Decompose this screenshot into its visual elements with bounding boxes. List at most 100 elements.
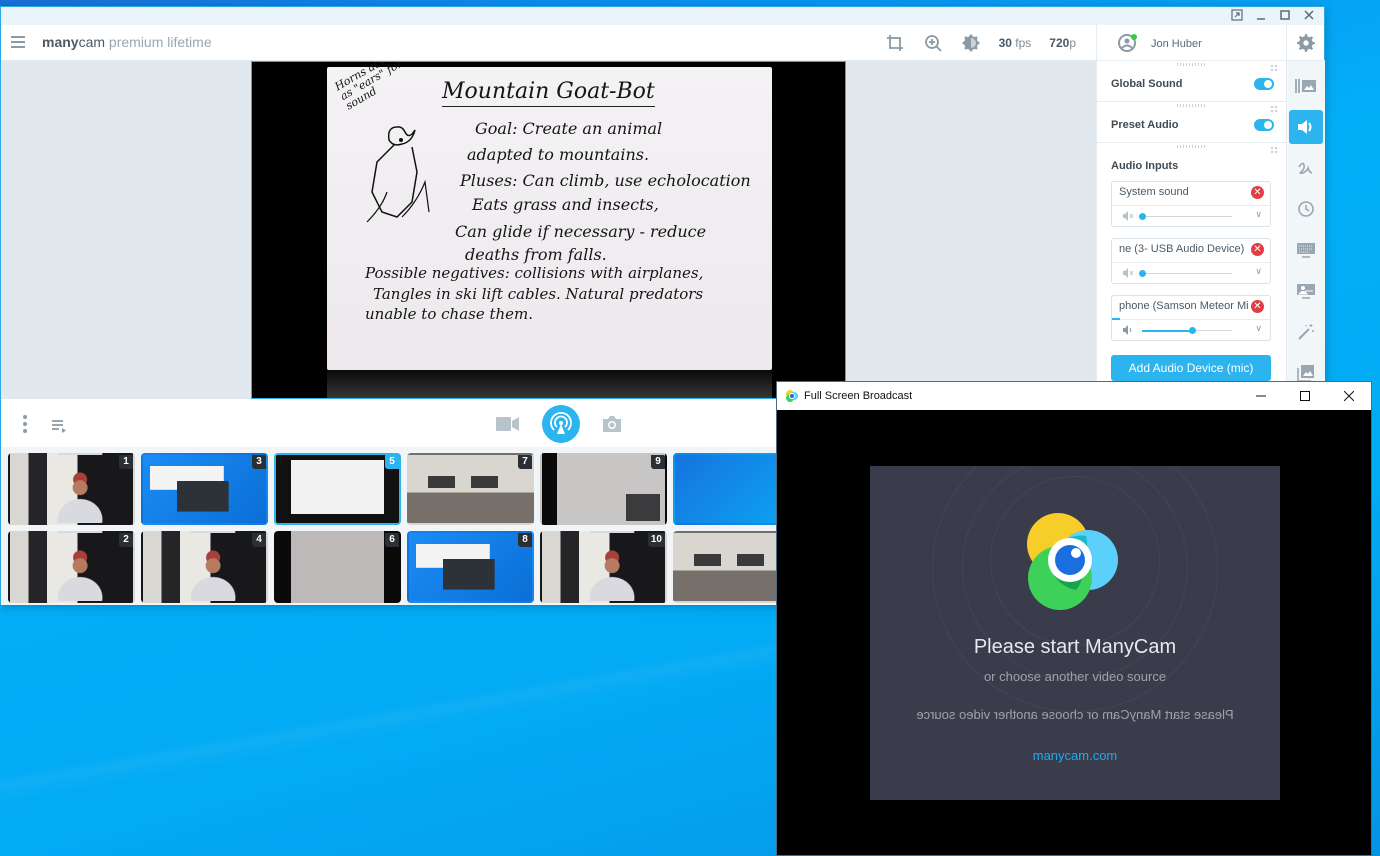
preset-tile[interactable]: 5 [274,453,401,525]
user-name: Jon Huber [1151,38,1202,50]
remove-audio-input-button[interactable]: ✕ [1251,300,1264,313]
manycam-logo-icon [786,390,798,402]
preset-tile[interactable]: 4 [141,531,268,603]
grid-handle-icon[interactable] [1270,146,1278,154]
preset-number-badge: 1 [119,455,133,469]
grid-handle-icon[interactable] [1270,64,1278,72]
preset-tile[interactable]: 1 [8,453,135,525]
no-source-subheading: or choose another video source [983,669,1167,684]
history-icon [1298,201,1314,217]
chevron-down-icon[interactable]: ∨ [1255,323,1262,334]
rail-effects[interactable] [1289,315,1323,349]
more-options-icon[interactable] [23,415,27,436]
rail-chroma-key[interactable] [1289,274,1323,308]
menu-icon[interactable] [11,36,25,48]
restore-down-button[interactable] [1230,9,1244,23]
app-brand: manycam premium lifetime [42,34,212,50]
preset-audio-toggle[interactable] [1254,119,1274,131]
video-record-icon[interactable] [496,416,520,432]
remove-audio-input-button[interactable]: ✕ [1251,243,1264,256]
maximize-button[interactable] [1278,9,1292,23]
speaker-muted-icon[interactable] [1122,210,1134,222]
main-video-preview[interactable]: Horns act as "ears" for sound Mountain G… [251,61,846,399]
goat-drawing [366,126,430,223]
chevron-down-icon[interactable]: ∨ [1255,209,1262,220]
lower-thirds-icon [1297,243,1315,258]
volume-slider-knob[interactable] [1188,327,1196,334]
volume-slider-knob[interactable] [1139,213,1146,220]
volume-slider[interactable] [1139,270,1232,277]
preset-number-badge: 3 [252,455,266,469]
drag-handle[interactable] [1177,63,1205,66]
rail-presets[interactable] [1289,69,1323,103]
drag-handle[interactable] [1177,145,1205,148]
add-audio-device-button[interactable]: Add Audio Device (mic) [1111,355,1271,381]
board-ledge [327,370,772,398]
user-avatar-icon [1118,34,1137,52]
manycam-website-link[interactable]: manycam.com [870,748,1280,763]
preset-audio-section: Preset Audio [1097,102,1286,143]
window-titlebar[interactable] [1,7,1324,25]
preset-number-badge: 4 [252,533,266,547]
whiteboard-line: Can glide if necessary - reduce [455,222,707,241]
crop-icon[interactable] [885,33,905,53]
preset-tile[interactable]: 7 [407,453,534,525]
desktop-background [0,600,780,856]
mirrored-message: Please start ManyCam or choose another v… [916,707,1234,722]
preset-tile[interactable]: 2 [8,531,135,603]
whiteboard-line: Pluses: Can climb, use echolocation [460,171,751,190]
rail-lower-thirds[interactable] [1289,233,1323,267]
fps-readout[interactable]: 30 fps [999,36,1032,50]
volume-slider-knob[interactable] [1139,270,1146,277]
playlist-icon[interactable] [51,419,67,433]
brightness-icon[interactable] [961,33,981,53]
global-sound-toggle[interactable] [1254,78,1274,90]
speaker-icon[interactable] [1122,324,1134,336]
audio-input-name: System sound [1119,186,1189,198]
rail-audio[interactable] [1289,110,1323,144]
draw-icon [1298,162,1313,175]
audio-icon [1298,120,1312,134]
resolution-readout[interactable]: 720p [1049,36,1076,50]
zoom-in-icon[interactable] [923,33,943,53]
preset-tile[interactable]: 10 [540,531,667,603]
preset-number-badge: 10 [647,533,665,547]
manycam-logo [1027,513,1118,610]
audio-input-card: phone (Samson Meteor Mic) ✕ ∨ [1111,295,1271,341]
video-stage: Horns act as "ears" for sound Mountain G… [1,61,1096,399]
preset-audio-label: Preset Audio [1111,119,1179,131]
broadcast-minimize-button[interactable] [1239,382,1283,410]
close-button[interactable] [1302,9,1316,23]
rail-draw[interactable] [1289,151,1323,185]
remove-audio-input-button[interactable]: ✕ [1251,186,1264,199]
broadcast-titlebar[interactable]: Full Screen Broadcast [777,382,1371,410]
grid-handle-icon[interactable] [1270,105,1278,113]
preset-tile[interactable]: 8 [407,531,534,603]
preset-tile[interactable]: 3 [141,453,268,525]
maximize-icon [1280,10,1290,20]
volume-slider[interactable] [1142,327,1232,334]
full-screen-broadcast-window: Full Screen Broadcast Please start ManyC… [776,381,1372,856]
chevron-down-icon[interactable]: ∨ [1255,266,1262,277]
broadcast-close-button[interactable] [1327,382,1371,410]
preset-tile[interactable]: 9 [540,453,667,525]
global-sound-label: Global Sound [1111,78,1183,90]
settings-button[interactable] [1286,25,1325,61]
audio-panel: Global Sound Preset Audio Audio Inputs S… [1096,61,1286,383]
speaker-muted-icon[interactable] [1122,267,1134,279]
no-source-heading: Please start ManyCam [973,636,1177,658]
broadcast-maximize-button[interactable] [1283,382,1327,410]
broadcast-button[interactable] [542,405,580,443]
drag-handle[interactable] [1177,104,1205,107]
audio-level-meter [1112,318,1120,320]
preset-number-badge: 9 [651,455,665,469]
preset-tile[interactable]: 6 [274,531,401,603]
audio-inputs-title: Audio Inputs [1111,160,1179,172]
volume-slider[interactable] [1139,213,1232,220]
minimize-icon [1256,395,1266,397]
snapshot-camera-icon[interactable] [602,415,622,433]
minimize-button[interactable] [1254,9,1268,23]
global-sound-section: Global Sound [1097,61,1286,102]
rail-history[interactable] [1289,192,1323,226]
user-account[interactable]: Jon Huber [1096,25,1286,61]
